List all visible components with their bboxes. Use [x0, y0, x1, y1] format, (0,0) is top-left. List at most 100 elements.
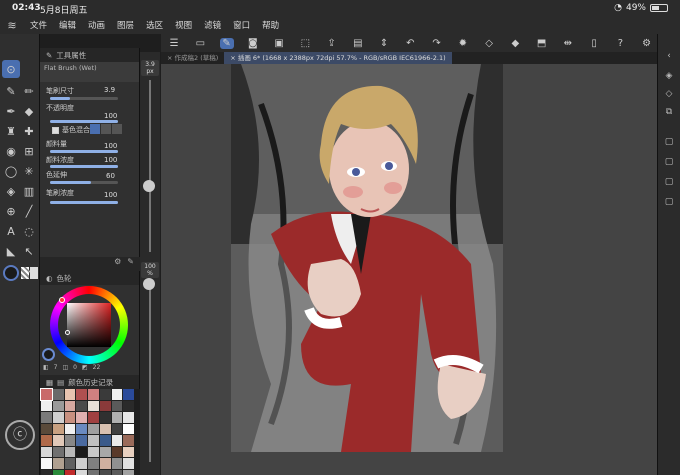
canvas-icon[interactable]: ▭ [193, 38, 207, 49]
clear-icon[interactable]: ◇ [482, 38, 496, 49]
paint-amount-slider[interactable] [50, 150, 118, 153]
blend-mode-1[interactable] [90, 124, 100, 134]
blend-mode-2[interactable] [101, 124, 111, 134]
ruler-tool-icon[interactable]: ◣ [2, 242, 20, 260]
folder-icon[interactable]: ▤ [351, 38, 365, 49]
settings-icon[interactable]: ⚙ [640, 38, 654, 49]
line-tool-icon[interactable]: ╱ [20, 202, 38, 220]
palette-swatch[interactable] [52, 389, 64, 400]
sub-color-swatch[interactable] [30, 267, 38, 279]
opacity-value[interactable]: 100 [104, 112, 117, 120]
artwork-canvas[interactable] [231, 64, 503, 452]
color-wheel-tab-icon[interactable]: ◐ [46, 274, 53, 283]
pen-settings-icon[interactable]: ✎ [219, 37, 234, 49]
decoration-tool-icon[interactable]: ✚ [20, 122, 38, 140]
app-logo-icon[interactable]: ≋ [0, 19, 24, 32]
menu-filter[interactable]: 滤镜 [198, 19, 227, 31]
hue-handle[interactable] [59, 297, 65, 303]
opacity-slider-knob[interactable] [143, 278, 155, 290]
material-folder-3-icon[interactable]: ▢ [661, 174, 677, 190]
menu-file[interactable]: 文件 [24, 19, 53, 31]
menu-layer[interactable]: 图层 [111, 19, 140, 31]
select-tool-icon[interactable]: ⊕ [2, 202, 20, 220]
palette-swatch[interactable] [64, 458, 76, 469]
swap-icon[interactable]: ⇕ [377, 38, 391, 49]
palette-swatch[interactable] [111, 423, 123, 434]
palette-swatch[interactable] [88, 469, 99, 475]
main-color-swatch[interactable] [3, 265, 19, 281]
palette-swatch[interactable] [88, 423, 99, 434]
palette-swatch[interactable] [99, 469, 111, 475]
palette-swatch[interactable] [64, 435, 76, 446]
menu-selection[interactable]: 选区 [140, 19, 169, 31]
flip-icon[interactable]: ⇹ [561, 38, 575, 49]
fill-icon[interactable]: ◆ [508, 38, 522, 49]
color-stretch-value[interactable]: 60 [106, 172, 115, 180]
palette-swatch[interactable] [76, 458, 87, 469]
balloon-tool-icon[interactable]: ◌ [20, 222, 38, 240]
palette-swatch[interactable] [52, 458, 64, 469]
palette-swatch[interactable] [64, 400, 76, 411]
help-icon[interactable]: ? [613, 38, 627, 49]
palette-swatch[interactable] [52, 423, 64, 434]
gradient-tool-icon[interactable]: ▥ [20, 182, 38, 200]
menu-animation[interactable]: 动画 [82, 19, 111, 31]
palette-swatch[interactable] [64, 412, 76, 423]
size-slider-knob[interactable] [143, 180, 155, 192]
text-tool-icon[interactable]: A [2, 222, 20, 240]
palette-swatch[interactable] [88, 389, 99, 400]
palette-swatch[interactable] [88, 446, 99, 457]
palette-swatch[interactable] [111, 458, 123, 469]
paint-density-slider[interactable] [50, 165, 118, 168]
palette-swatch[interactable] [99, 435, 111, 446]
size-slider-track[interactable] [149, 80, 151, 252]
color-stretch-slider[interactable] [50, 181, 118, 184]
blend-mode-3[interactable] [112, 124, 122, 134]
palette-swatch[interactable] [88, 458, 99, 469]
palette-swatch[interactable] [76, 400, 87, 411]
palette-swatch[interactable] [64, 423, 76, 434]
palette-swatch[interactable] [88, 435, 99, 446]
paint-amount-value[interactable]: 100 [104, 142, 117, 150]
transparent-swatch[interactable] [21, 267, 29, 279]
paint-density-value[interactable]: 100 [104, 156, 117, 164]
brush-preview[interactable]: Flat Brush (Wet) [40, 62, 139, 82]
palette-swatch[interactable] [88, 412, 99, 423]
zoom-indicator[interactable]: 100 % [141, 262, 159, 278]
layer-property-icon[interactable]: ◇ [661, 86, 677, 102]
eraser-tool-icon[interactable]: ◆ [20, 102, 38, 120]
size-value[interactable]: 3.9 [104, 86, 115, 94]
blend-tool-icon[interactable]: ◉ [2, 142, 20, 160]
redo-icon[interactable]: ↷ [430, 38, 444, 49]
menu-edit[interactable]: 编辑 [53, 19, 82, 31]
saturation-value-square[interactable] [67, 303, 111, 347]
palette-swatch[interactable] [52, 412, 64, 423]
palette-swatch[interactable] [41, 423, 52, 434]
palette-swatch[interactable] [111, 435, 123, 446]
sv-picker-handle[interactable] [65, 330, 70, 335]
fill-tool-icon[interactable]: ◈ [2, 182, 20, 200]
brush-tool-icon[interactable]: ✒ [2, 102, 20, 120]
brush-density-slider[interactable] [50, 201, 118, 204]
palette-swatch[interactable] [111, 389, 123, 400]
opacity-slider[interactable] [50, 120, 118, 123]
palette-swatch[interactable] [64, 469, 76, 475]
menu-help[interactable]: 帮助 [256, 19, 285, 31]
photo-icon[interactable]: ◙ [246, 38, 260, 49]
loading-icon[interactable]: ✹ [456, 38, 470, 49]
palette-swatch[interactable] [111, 400, 123, 411]
palette-swatch[interactable] [76, 423, 87, 434]
tab-draft-2[interactable]: × 作成稿2 (草稿) [161, 52, 224, 64]
undo-icon[interactable]: ↶ [403, 38, 417, 49]
menu-view[interactable]: 视图 [169, 19, 198, 31]
palette-swatch[interactable] [99, 412, 111, 423]
palette-swatch[interactable] [52, 435, 64, 446]
size-slider[interactable] [50, 97, 118, 100]
save-icon[interactable]: ⬚ [298, 38, 312, 49]
palette-swatch[interactable] [41, 400, 52, 411]
material-folder-1-icon[interactable]: ▢ [661, 134, 677, 150]
material-folder-4-icon[interactable]: ▢ [661, 194, 677, 210]
hamburger-icon[interactable]: ☰ [167, 38, 181, 49]
palette-swatch[interactable] [99, 458, 111, 469]
palette-swatch[interactable] [99, 389, 111, 400]
